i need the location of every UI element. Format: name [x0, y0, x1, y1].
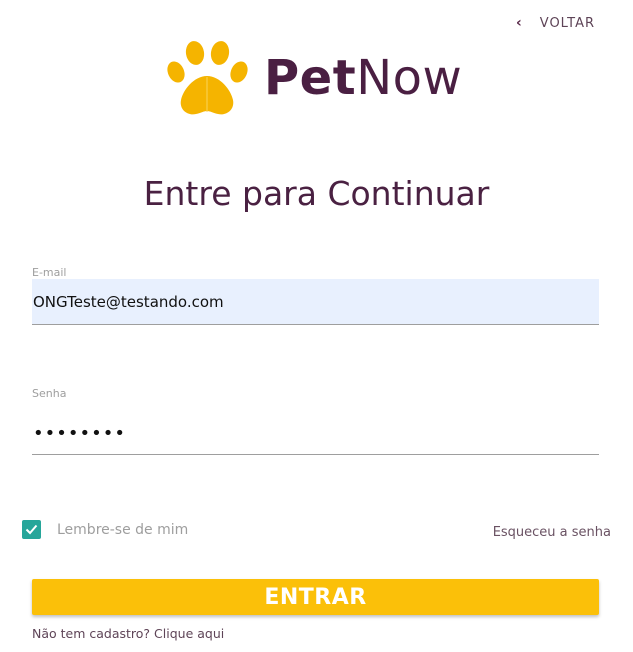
signup-link[interactable]: Não tem cadastro? Clique aqui [32, 626, 224, 641]
checkmark-icon [25, 524, 38, 535]
password-field-group: Senha [32, 387, 599, 455]
password-input[interactable] [32, 412, 599, 455]
brand-name: PetNow [264, 54, 462, 102]
forgot-password-link[interactable]: Esqueceu a senha [493, 525, 611, 540]
paw-icon [167, 41, 248, 115]
brand-name-now: Now [356, 50, 463, 106]
submit-button[interactable]: ENTRAR [32, 579, 599, 615]
chevron-left-icon: ‹ [516, 15, 522, 31]
brand-name-pet: Pet [264, 50, 357, 106]
remember-checkbox[interactable] [22, 520, 41, 539]
email-label: E-mail [32, 266, 67, 279]
page-title: Entre para Continuar [143, 174, 490, 213]
back-label: VOLTAR [539, 15, 595, 31]
remember-label: Lembre-se de mim [57, 521, 189, 538]
email-input[interactable] [32, 279, 599, 325]
back-button[interactable]: ‹ VOLTAR [516, 14, 595, 32]
remember-me: Lembre-se de mim [22, 520, 188, 539]
password-label: Senha [32, 387, 67, 400]
email-field-group: E-mail [32, 266, 599, 325]
brand-logo: PetNow [166, 40, 462, 116]
